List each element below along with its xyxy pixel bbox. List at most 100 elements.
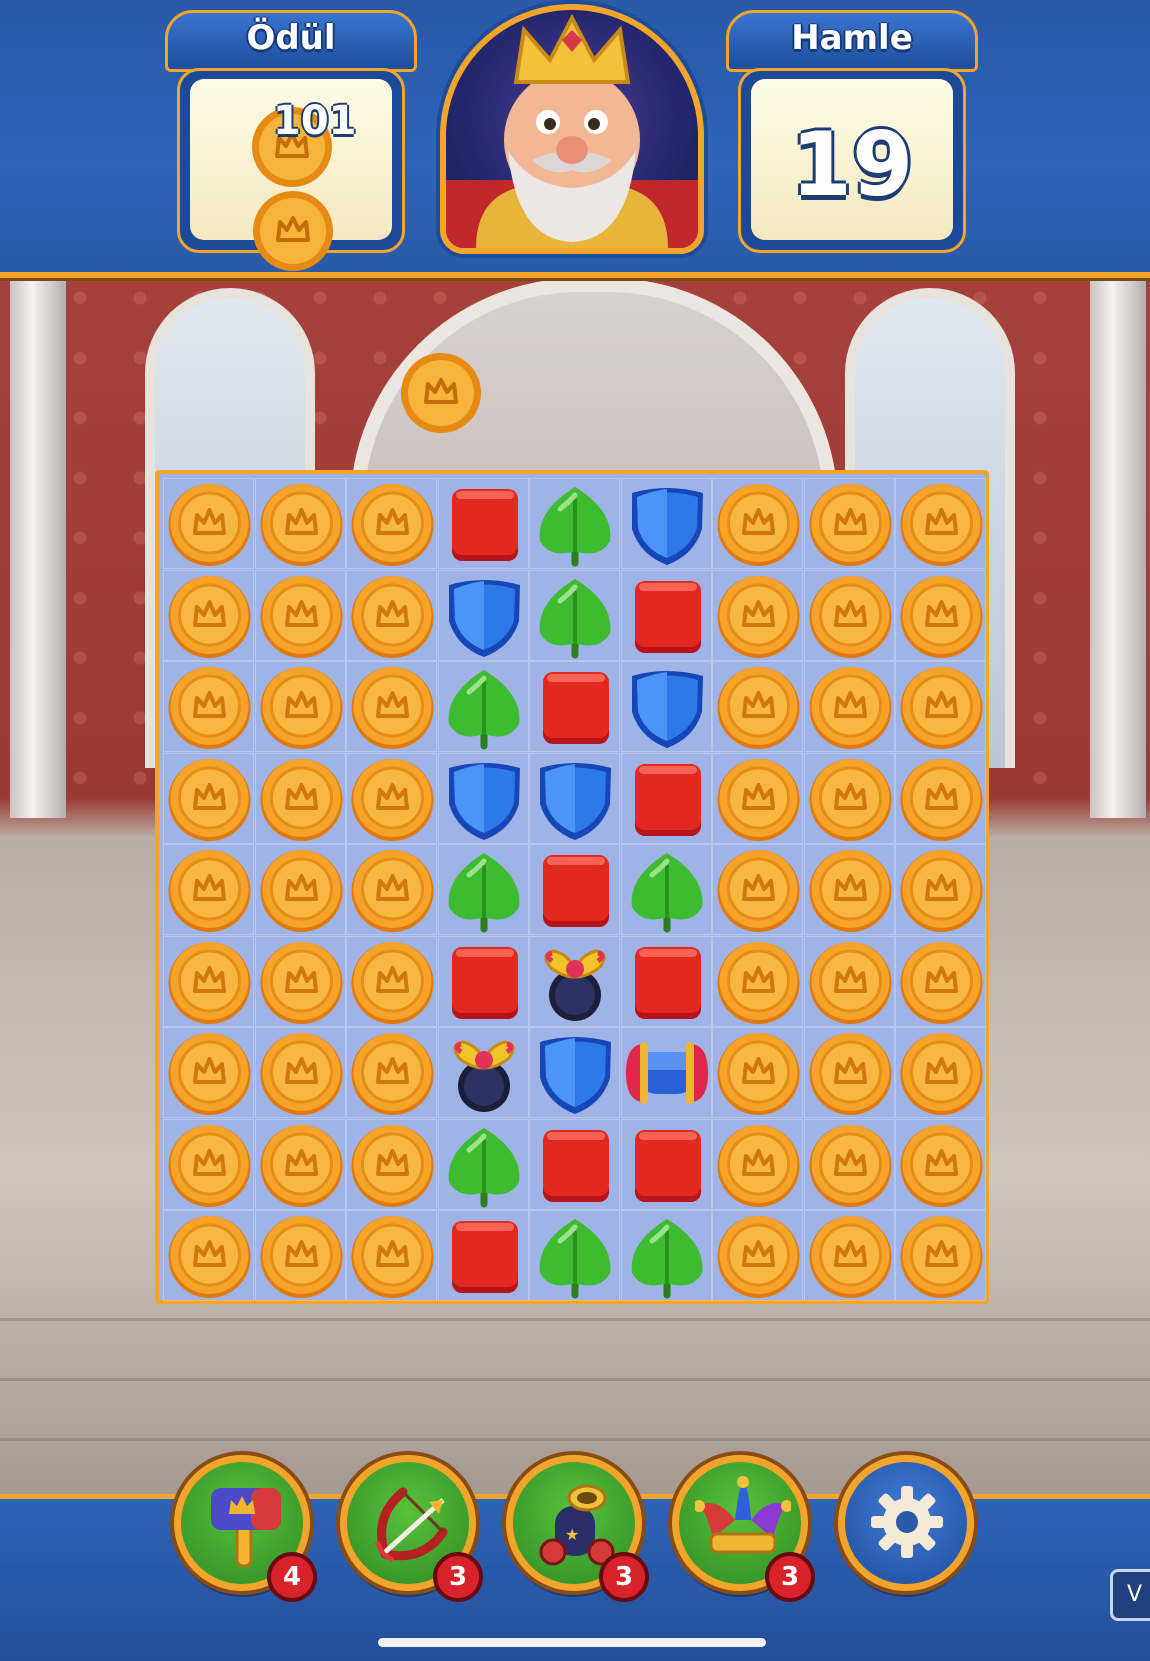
coin-tile[interactable]	[347, 754, 438, 845]
coin-tile[interactable]	[896, 1120, 987, 1211]
board-cell[interactable]	[620, 661, 713, 753]
arrow-booster-button[interactable]: 3	[340, 1455, 483, 1602]
board-cell[interactable]	[163, 1118, 255, 1211]
coin-tile[interactable]	[713, 479, 804, 570]
board-cell[interactable]	[254, 1027, 347, 1119]
coin-tile[interactable]	[347, 479, 438, 570]
red-book-tile[interactable]	[530, 845, 621, 936]
coin-tile[interactable]	[256, 845, 347, 936]
board-cell[interactable]	[437, 752, 530, 845]
board-cell[interactable]	[803, 478, 895, 569]
coin-tile[interactable]	[713, 937, 804, 1028]
green-leaf-tile[interactable]	[530, 479, 621, 570]
board-cell[interactable]	[803, 844, 895, 935]
board-cell[interactable]	[895, 1118, 987, 1211]
coin-tile[interactable]	[256, 571, 347, 662]
board-cell[interactable]	[529, 935, 621, 1028]
board-cell[interactable]	[437, 569, 529, 661]
board-cell[interactable]	[620, 1118, 712, 1210]
coin-tile[interactable]	[896, 662, 987, 753]
coin-tile[interactable]	[713, 1211, 804, 1302]
board-cell[interactable]	[895, 661, 986, 752]
board-cell[interactable]	[620, 1210, 712, 1301]
board-cell[interactable]	[529, 752, 621, 845]
board-cell[interactable]	[712, 935, 804, 1028]
board-cell[interactable]	[254, 844, 347, 936]
red-book-tile[interactable]	[622, 937, 713, 1028]
green-leaf-tile[interactable]	[622, 845, 713, 936]
coin-tile[interactable]	[347, 937, 438, 1028]
propeller-tile[interactable]	[530, 937, 621, 1028]
coin-tile[interactable]	[164, 571, 255, 662]
coin-tile[interactable]	[713, 571, 804, 662]
board-cell[interactable]	[163, 752, 255, 845]
settings-button[interactable]	[838, 1455, 974, 1591]
board-cell[interactable]	[620, 1027, 712, 1118]
coin-tile[interactable]	[713, 1028, 804, 1119]
coin-tile[interactable]	[805, 754, 896, 845]
board-cell[interactable]	[803, 661, 895, 752]
coin-tile[interactable]	[256, 479, 347, 570]
board-cell[interactable]	[254, 661, 346, 752]
board-cell[interactable]	[529, 844, 620, 935]
board-cell[interactable]	[529, 1027, 620, 1118]
board-cell[interactable]	[346, 1118, 438, 1211]
coin-tile[interactable]	[256, 937, 347, 1028]
board-cell[interactable]	[529, 661, 620, 752]
coin-tile[interactable]	[164, 845, 255, 936]
board-cell[interactable]	[346, 752, 438, 845]
hammer-booster-button[interactable]: 4	[174, 1455, 317, 1602]
coin-tile[interactable]	[713, 845, 804, 936]
coin-tile[interactable]	[805, 571, 896, 662]
board-cell[interactable]	[437, 661, 529, 752]
green-leaf-tile[interactable]	[530, 1211, 621, 1302]
coin-tile[interactable]	[896, 937, 987, 1028]
coin-tile[interactable]	[347, 571, 438, 662]
board-cell[interactable]	[712, 1118, 803, 1210]
coin-tile[interactable]	[805, 937, 896, 1028]
coin-tile[interactable]	[256, 754, 347, 845]
coin-tile[interactable]	[164, 754, 255, 845]
board-cell[interactable]	[712, 752, 803, 844]
blue-shield-tile[interactable]	[530, 754, 621, 845]
coin-tile[interactable]	[805, 1028, 896, 1119]
board-cell[interactable]	[620, 935, 713, 1028]
board-cell[interactable]	[895, 478, 986, 569]
propeller-tile[interactable]	[439, 1028, 530, 1119]
coin-tile[interactable]	[713, 662, 804, 753]
board-cell[interactable]	[254, 478, 347, 570]
board-cell[interactable]	[620, 844, 713, 936]
board-cell[interactable]	[895, 935, 987, 1028]
coin-tile[interactable]	[256, 1211, 347, 1302]
board-cell[interactable]	[620, 752, 712, 844]
coin-tile[interactable]	[805, 1211, 896, 1302]
coin-tile[interactable]	[347, 1120, 438, 1211]
coin-tile[interactable]	[347, 1028, 438, 1119]
red-book-tile[interactable]	[439, 479, 530, 570]
board-cell[interactable]	[712, 661, 803, 752]
coin-tile[interactable]	[164, 937, 255, 1028]
jester-booster-button[interactable]: 3	[672, 1455, 815, 1602]
coin-tile[interactable]	[256, 1028, 347, 1119]
red-book-tile[interactable]	[622, 571, 713, 662]
board-cell[interactable]	[895, 844, 986, 935]
board-cell[interactable]	[620, 478, 712, 569]
board-cell[interactable]	[803, 935, 896, 1028]
board-cell[interactable]	[437, 1210, 529, 1301]
blue-shield-tile[interactable]	[439, 754, 530, 845]
board-cell[interactable]	[163, 1027, 254, 1118]
red-book-tile[interactable]	[439, 937, 530, 1028]
board-cell[interactable]	[254, 752, 347, 845]
board-cell[interactable]	[712, 569, 804, 662]
board-cell[interactable]	[803, 1210, 896, 1302]
board-cell[interactable]	[346, 569, 438, 662]
board-cell[interactable]	[437, 844, 529, 935]
board-cell[interactable]	[895, 752, 986, 844]
board-cell[interactable]	[346, 661, 437, 752]
board-cell[interactable]	[437, 935, 530, 1028]
blue-shield-tile[interactable]	[622, 662, 713, 753]
board-cell[interactable]	[346, 844, 437, 935]
board-cell[interactable]	[346, 1210, 437, 1301]
board-cell[interactable]	[529, 569, 620, 661]
coin-tile[interactable]	[164, 1120, 255, 1211]
